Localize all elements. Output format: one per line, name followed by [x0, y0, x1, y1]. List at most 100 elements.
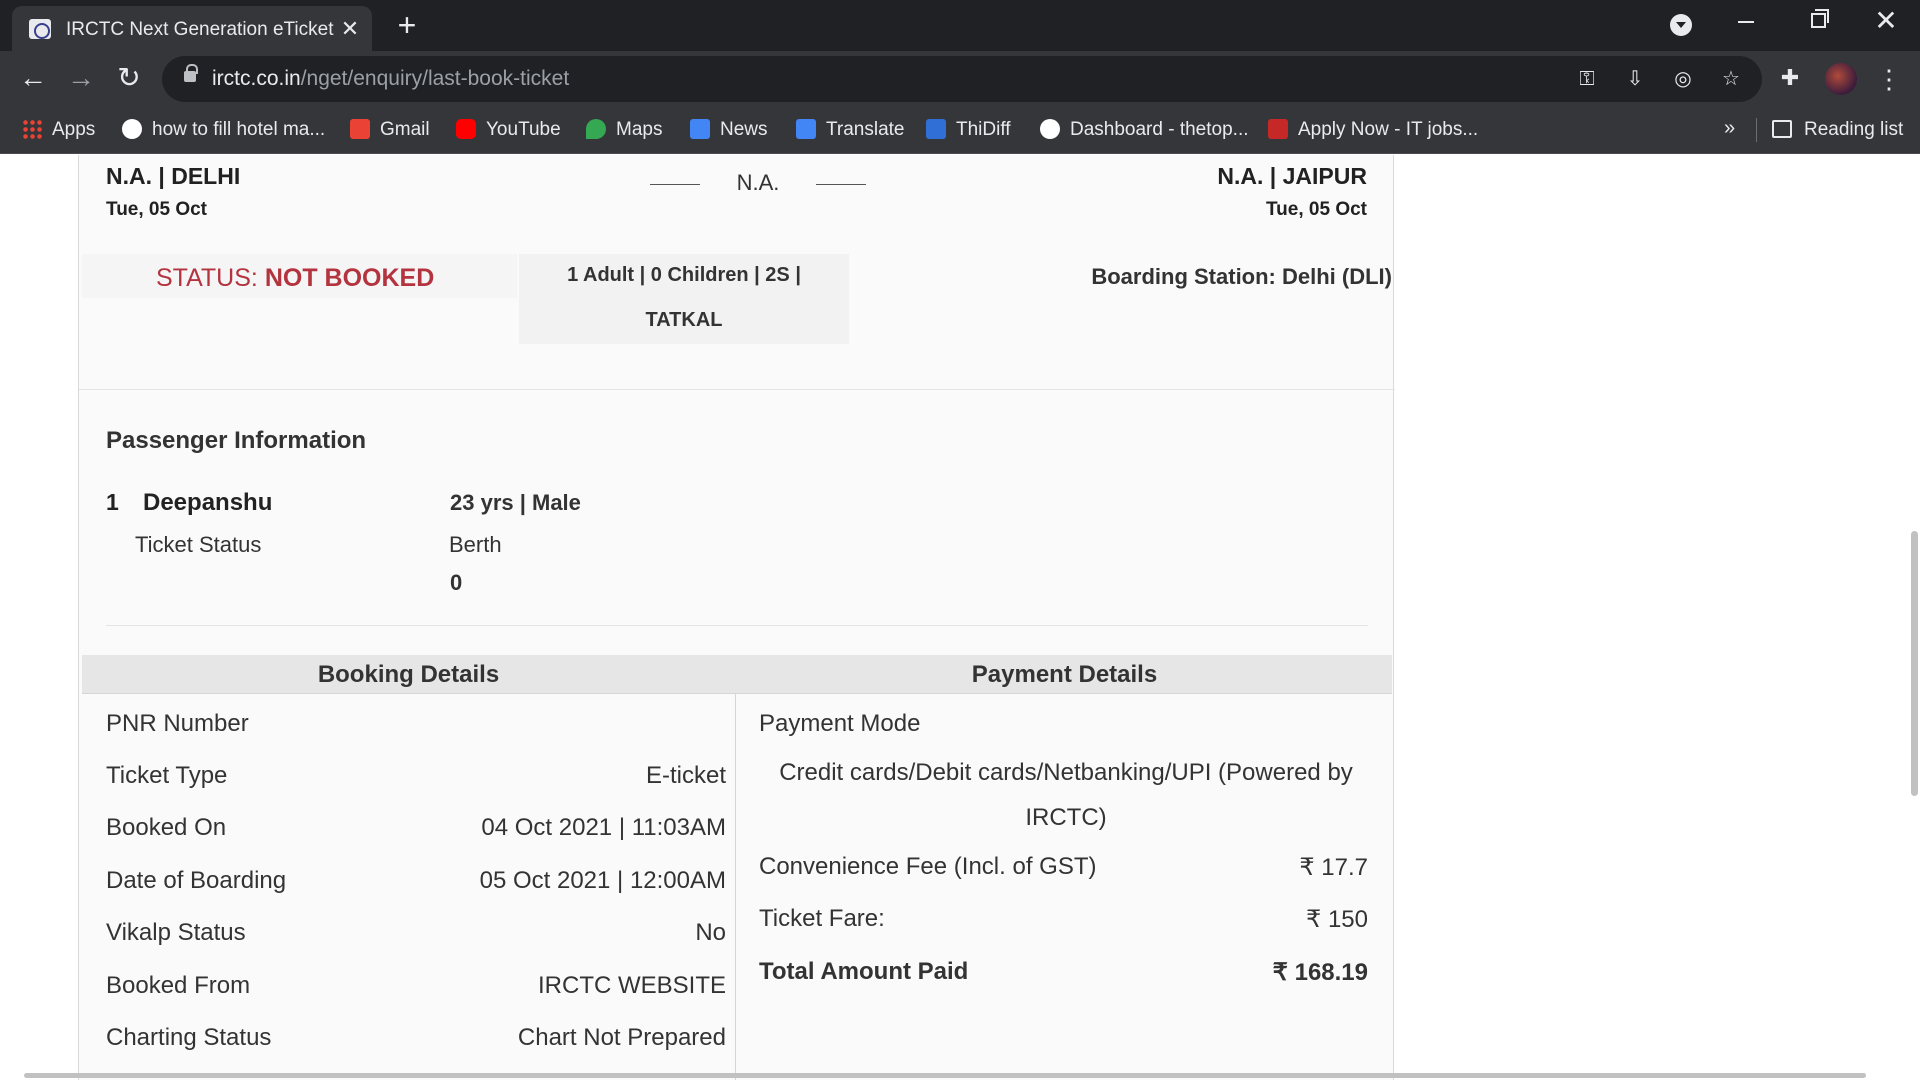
- booked-on-value: 04 Oct 2021 | 11:03AM: [481, 814, 726, 841]
- passenger-count: 1 Adult | 0 Children | 2S |: [567, 264, 801, 286]
- bookmark-hotel[interactable]: how to fill hotel ma...: [122, 117, 325, 143]
- berth-value: 0: [450, 570, 463, 595]
- ticket-fare-label: Ticket Fare:: [759, 905, 885, 932]
- journey-duration: N.A.: [650, 170, 866, 200]
- bookmark-label: Dashboard - thetop...: [1070, 119, 1249, 140]
- lock-icon[interactable]: [184, 64, 198, 82]
- url-text[interactable]: irctc.co.in/nget/enquiry/last-book-ticke…: [212, 67, 569, 91]
- tab-search-icon[interactable]: [1670, 14, 1692, 36]
- booking-details-title: Booking Details: [317, 661, 500, 688]
- bookmark-gmail[interactable]: Gmail: [350, 117, 430, 143]
- divider: [79, 389, 1395, 390]
- bookmarks-separator: [1756, 118, 1757, 142]
- vikalp-status-label: Vikalp Status: [106, 919, 246, 946]
- passenger-info-title: Passenger Information: [106, 427, 367, 454]
- extensions-puzzle-icon[interactable]: ✚: [1777, 65, 1803, 91]
- forward-arrow-icon[interactable]: →: [64, 61, 98, 95]
- back-arrow-icon[interactable]: ←: [16, 61, 50, 95]
- payment-mode-label: Payment Mode: [759, 710, 921, 737]
- url-path: /nget/enquiry/last-book-ticket: [300, 67, 570, 90]
- irctc-favicon-icon: [29, 19, 51, 39]
- pnr-label: PNR Number: [106, 710, 249, 737]
- vikalp-status-value: No: [695, 919, 726, 946]
- browser-toolbar: ← → ↻ irctc.co.in/nget/enquiry/last-book…: [0, 51, 1920, 106]
- browser-menu-icon[interactable]: ⋮: [1876, 63, 1902, 95]
- page-content: N.A. | DELHI Tue, 05 Oct N.A. N.A. | JAI…: [0, 155, 1920, 1080]
- bookmark-label: Apps: [52, 119, 96, 140]
- bookmark-maps[interactable]: Maps: [586, 117, 662, 143]
- status-row: STATUS: NOT BOOKED 1 Adult | 0 Children …: [82, 254, 1394, 349]
- google-icon: [122, 119, 142, 139]
- horizontal-scrollbar[interactable]: [24, 1073, 1866, 1078]
- charting-status-value: Chart Not Prepared: [517, 1024, 726, 1051]
- journey-from: N.A. | DELHI: [106, 163, 241, 189]
- reading-list-button[interactable]: Reading list: [1772, 117, 1903, 143]
- bookmark-label: ThiDiff: [956, 119, 1011, 140]
- news-icon: [690, 119, 710, 139]
- ticket-fare-value: ₹ 150: [1306, 906, 1368, 933]
- tab-title: IRCTC Next Generation eTicketing: [66, 19, 334, 40]
- journey-to: N.A. | JAIPUR: [1217, 163, 1367, 189]
- bookmark-jobs[interactable]: Apply Now - IT jobs...: [1268, 117, 1478, 143]
- tab-close-icon[interactable]: ✕: [338, 17, 362, 41]
- ticket-type-label: Ticket Type: [106, 762, 228, 789]
- tracking-eye-icon[interactable]: ◎: [1670, 66, 1696, 92]
- date-of-boarding-value: 05 Oct 2021 | 12:00AM: [479, 867, 726, 894]
- url-host: irctc.co.in: [212, 67, 301, 90]
- new-tab-button[interactable]: +: [391, 9, 423, 41]
- browser-tab-active[interactable]: IRCTC Next Generation eTicketing ✕: [12, 6, 372, 51]
- booking-status: STATUS: NOT BOOKED: [156, 264, 434, 293]
- booked-on-label: Booked On: [106, 814, 227, 841]
- charting-status-label: Charting Status: [106, 1024, 272, 1051]
- bookmark-label: Translate: [826, 119, 905, 140]
- profile-avatar[interactable]: [1825, 63, 1857, 95]
- bookmark-label: Apply Now - IT jobs...: [1298, 119, 1479, 140]
- status-prefix: STATUS:: [156, 264, 265, 292]
- boarding-station: Boarding Station: Delhi (DLI): [1091, 264, 1392, 289]
- passenger-summary: 1 Adult | 0 Children | 2S | TATKAL: [519, 254, 849, 344]
- address-bar[interactable]: irctc.co.in/nget/enquiry/last-book-ticke…: [162, 56, 1762, 102]
- journey-from-date: Tue, 05 Oct: [106, 199, 208, 220]
- booked-from-value: IRCTC WEBSITE: [537, 972, 726, 999]
- status-value: NOT BOOKED: [264, 264, 435, 292]
- browser-tabstrip: IRCTC Next Generation eTicketing ✕ + ✕: [0, 0, 1920, 51]
- bookmark-dashboard[interactable]: Dashboard - thetop...: [1040, 117, 1249, 143]
- maps-icon: [586, 119, 606, 139]
- bookmark-label: Gmail: [380, 119, 430, 140]
- bookmark-apps[interactable]: Apps: [22, 117, 95, 143]
- bookmark-thidiff[interactable]: ThiDiff: [926, 117, 1011, 143]
- window-minimize-icon[interactable]: [1738, 21, 1754, 23]
- bookmark-news[interactable]: News: [690, 117, 768, 143]
- ticket-type-value: E-ticket: [645, 762, 726, 789]
- dashboard-icon: [1040, 119, 1060, 139]
- quota: TATKAL: [645, 309, 723, 331]
- translate-icon: [796, 119, 816, 139]
- jobs-icon: [1268, 119, 1288, 139]
- reading-list-label: Reading list: [1804, 119, 1904, 140]
- window-close-icon[interactable]: ✕: [1873, 6, 1899, 36]
- passenger-number: 1: [106, 489, 119, 515]
- ticket-card: N.A. | DELHI Tue, 05 Oct N.A. N.A. | JAI…: [78, 155, 1395, 1080]
- window-restore-icon[interactable]: [1811, 9, 1829, 28]
- column-divider: [735, 694, 736, 1080]
- date-of-boarding-label: Date of Boarding: [106, 867, 287, 894]
- booked-from-label: Booked From: [106, 972, 251, 999]
- convenience-fee-label: Convenience Fee (Incl. of GST): [759, 853, 1097, 880]
- password-key-icon[interactable]: ⚿: [1574, 66, 1600, 92]
- bookmark-label: Maps: [616, 119, 663, 140]
- youtube-icon: [456, 119, 476, 139]
- journey-to-date: Tue, 05 Oct: [1265, 199, 1367, 220]
- vertical-scrollbar[interactable]: [1911, 531, 1918, 796]
- journey-line-right: [816, 184, 866, 185]
- bookmark-translate[interactable]: Translate: [796, 117, 905, 143]
- reload-icon[interactable]: ↻: [112, 61, 146, 95]
- convenience-fee-value: ₹ 17.7: [1299, 854, 1368, 881]
- bookmark-star-icon[interactable]: ☆: [1718, 66, 1744, 92]
- bookmark-youtube[interactable]: YouTube: [456, 117, 561, 143]
- reading-list-icon: [1772, 120, 1792, 138]
- thidiff-icon: [926, 119, 946, 139]
- install-app-icon[interactable]: ⇩: [1622, 66, 1648, 92]
- bookmark-label: News: [720, 119, 768, 140]
- bookmarks-overflow-icon[interactable]: »: [1724, 117, 1735, 140]
- apps-grid-icon: [22, 119, 42, 139]
